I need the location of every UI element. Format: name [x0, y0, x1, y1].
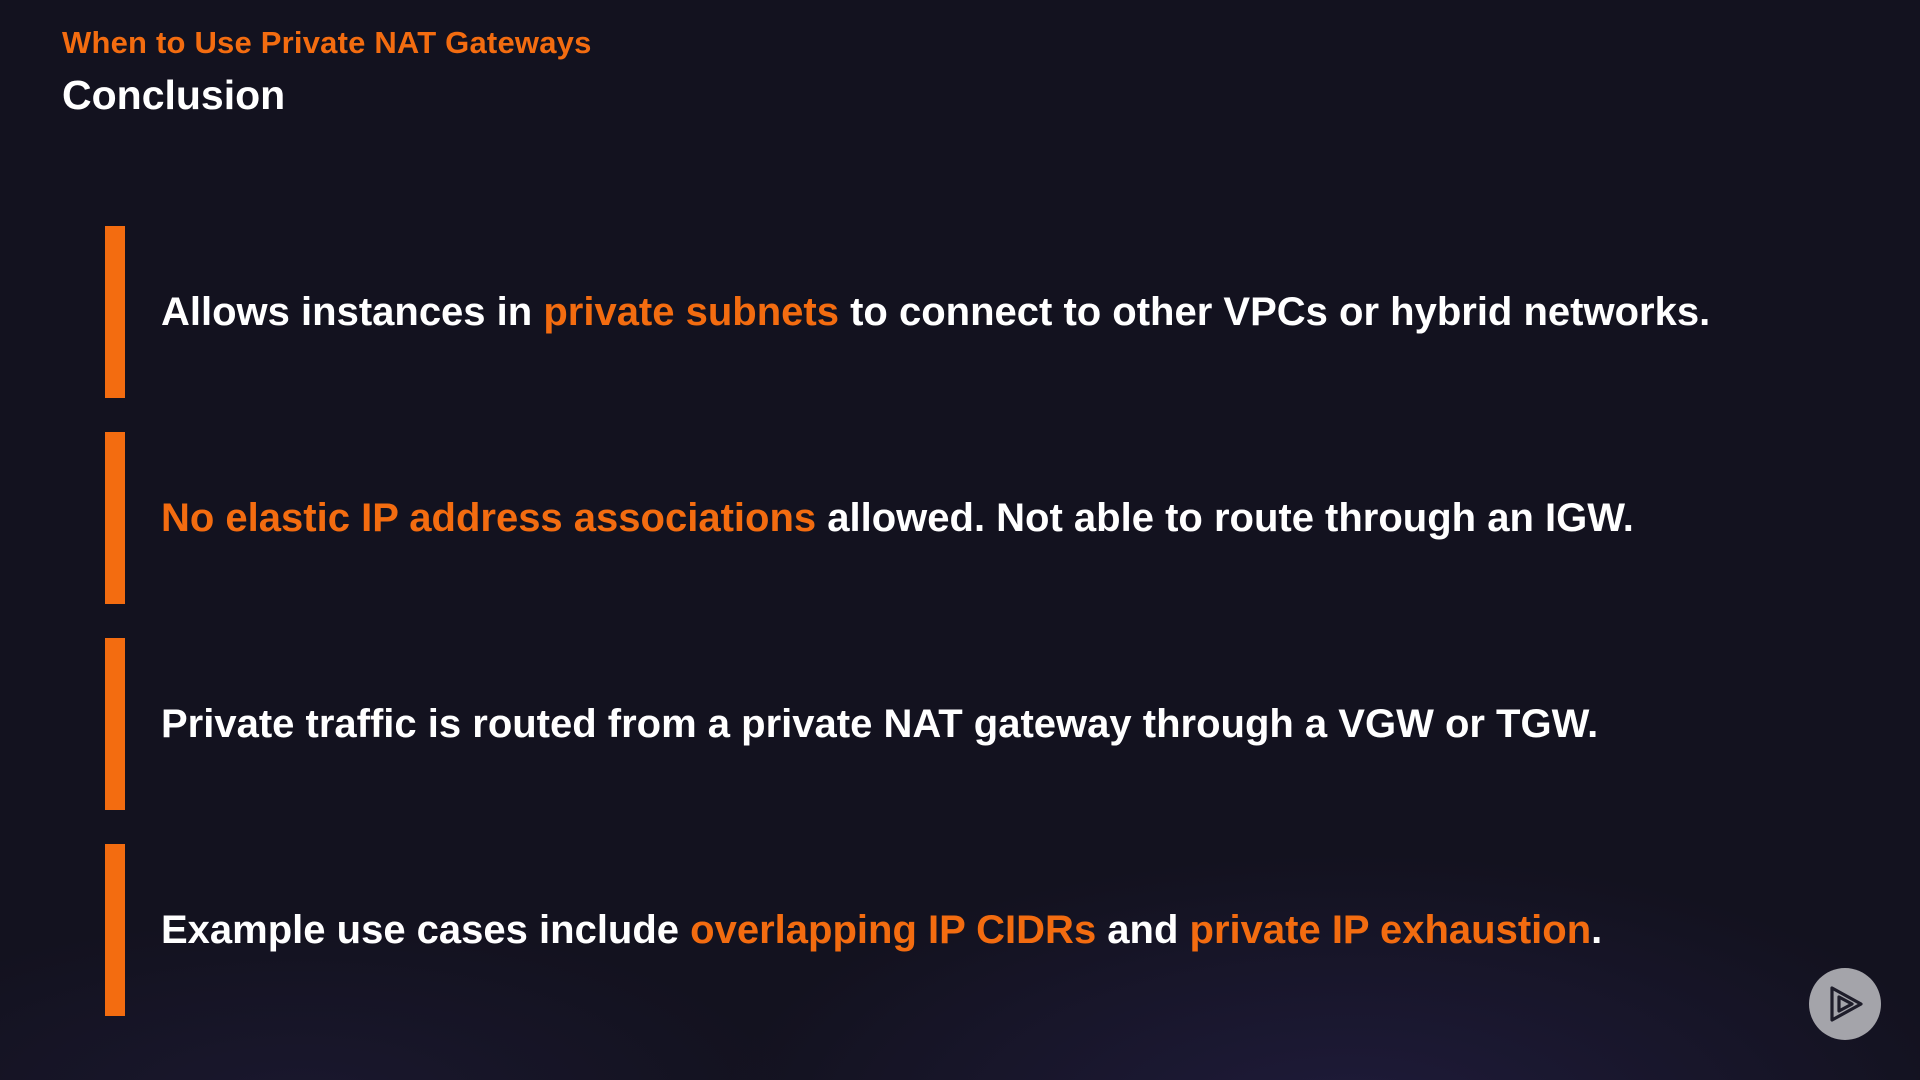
bullet-list: Allows instances in private subnets to c…	[105, 226, 1805, 1050]
bullet-text-segment: and	[1096, 908, 1190, 952]
bullet-highlight: overlapping IP CIDRs	[690, 908, 1097, 952]
bullet-text-segment: Allows instances in	[161, 290, 544, 334]
bullet-item-3: Private traffic is routed from a private…	[105, 638, 1805, 810]
bullet-text: Example use cases include overlapping IP…	[161, 906, 1602, 954]
bullet-accent-bar	[105, 432, 125, 604]
bullet-item-1: Allows instances in private subnets to c…	[105, 226, 1805, 398]
bullet-text-segment: allowed. Not able to route through an IG…	[816, 496, 1634, 540]
play-icon	[1830, 986, 1863, 1022]
bullet-text-segment: Private traffic is routed from a private…	[161, 702, 1599, 746]
bullet-text: Private traffic is routed from a private…	[161, 700, 1598, 748]
play-button[interactable]	[1809, 968, 1881, 1040]
slide-title: Conclusion	[62, 72, 286, 118]
bullet-accent-bar	[105, 226, 125, 398]
bullet-item-2: No elastic IP address associations allow…	[105, 432, 1805, 604]
bullet-highlight: private IP exhaustion	[1189, 908, 1592, 952]
bullet-text-segment: Example use cases include	[161, 908, 691, 952]
bullet-text-segment: .	[1591, 908, 1603, 952]
slide-subtitle: When to Use Private NAT Gateways	[62, 25, 592, 60]
bullet-text: No elastic IP address associations allow…	[161, 494, 1634, 542]
bullet-highlight: private subnets	[543, 290, 839, 334]
bullet-highlight: No elastic IP address associations	[161, 496, 817, 540]
bullet-accent-bar	[105, 844, 125, 1016]
bullet-accent-bar	[105, 638, 125, 810]
bullet-item-4: Example use cases include overlapping IP…	[105, 844, 1805, 1016]
bullet-text: Allows instances in private subnets to c…	[161, 288, 1710, 336]
bullet-text-segment: to connect to other VPCs or hybrid netwo…	[838, 290, 1711, 334]
slide-header: When to Use Private NAT Gateways Conclus…	[62, 24, 592, 120]
